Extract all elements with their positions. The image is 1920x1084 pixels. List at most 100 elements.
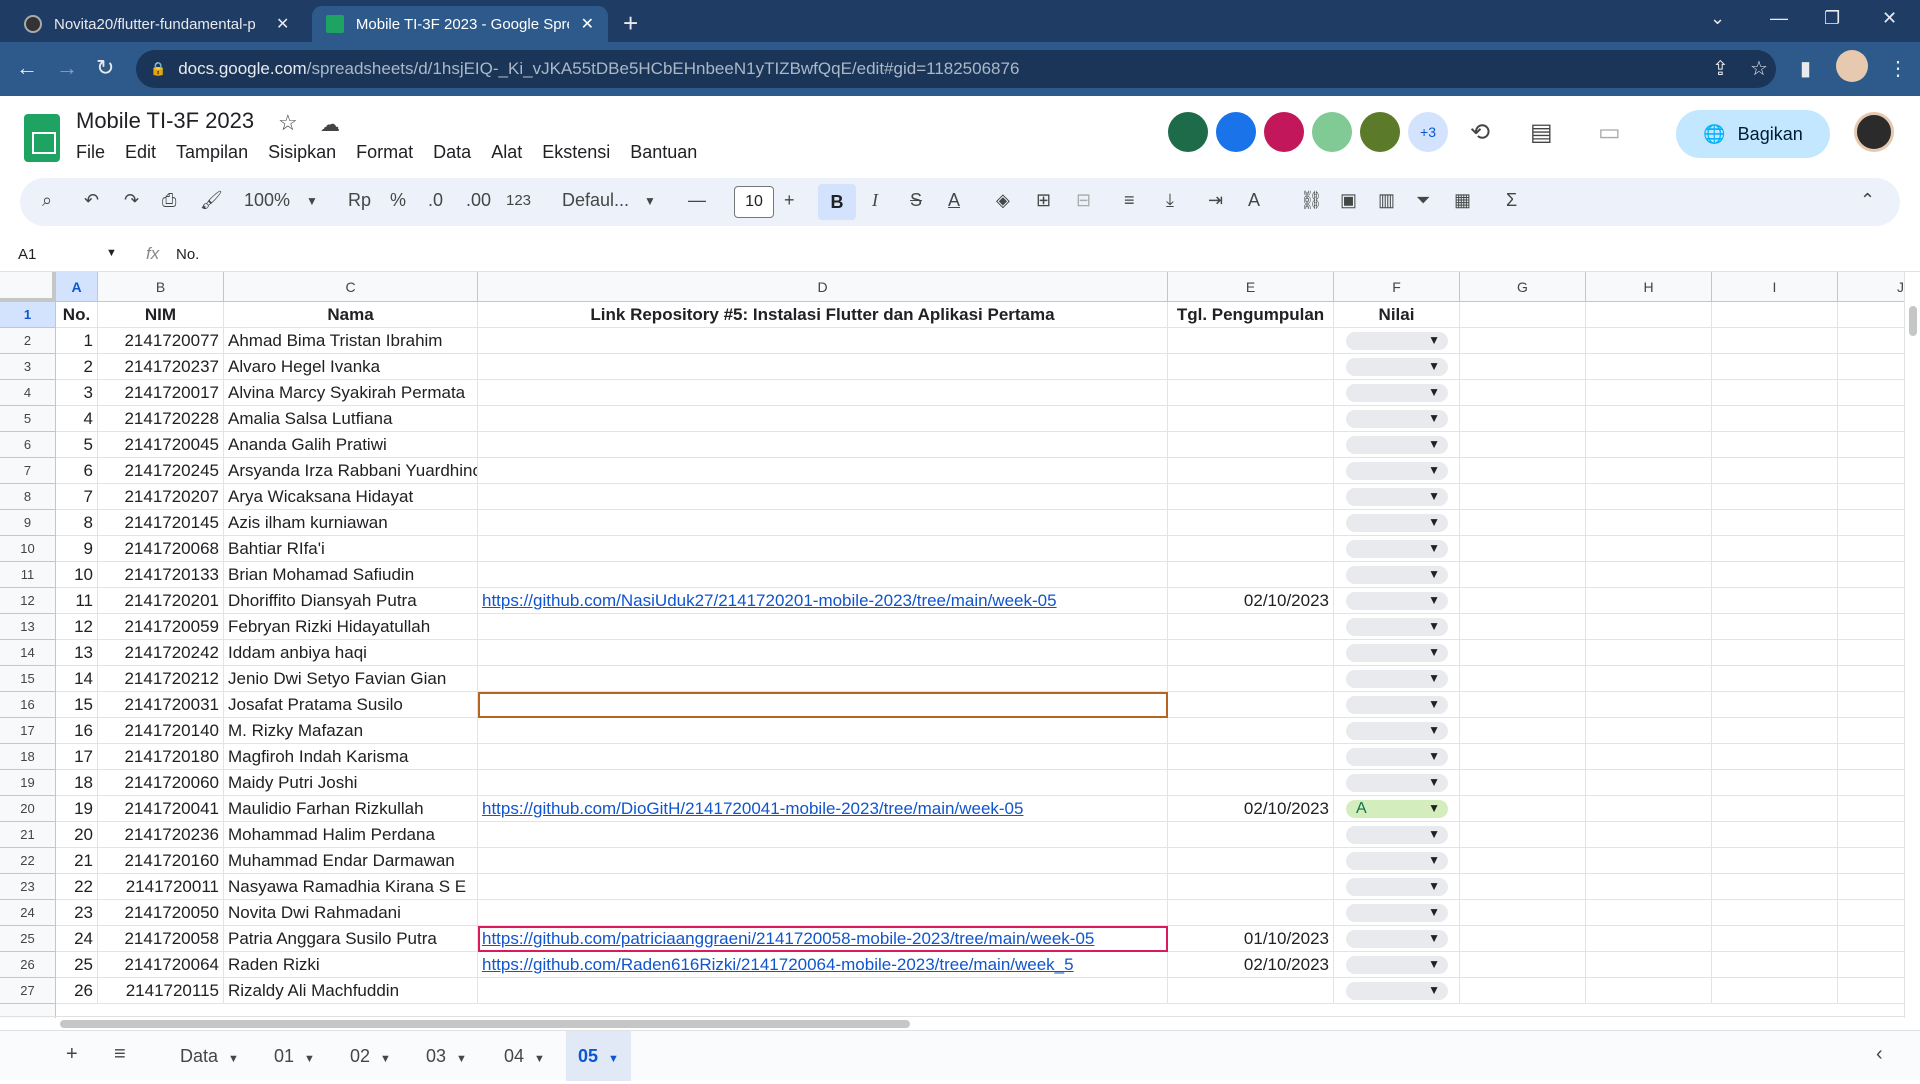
cell-nilai[interactable]: ▼ bbox=[1334, 562, 1460, 588]
sheet-tab-05[interactable]: 05 ▼ bbox=[566, 1031, 631, 1081]
cell-empty[interactable] bbox=[1460, 952, 1586, 978]
cell-nama[interactable]: Alvaro Hegel Ivanka bbox=[224, 354, 478, 380]
cell-nama[interactable]: Mohammad Halim Perdana bbox=[224, 822, 478, 848]
cell-empty[interactable] bbox=[1460, 926, 1586, 952]
sheet-tab-03[interactable]: 03 ▼ bbox=[414, 1031, 479, 1081]
cell-empty[interactable] bbox=[1586, 848, 1712, 874]
column-header-b[interactable]: B bbox=[98, 272, 224, 302]
cell-empty[interactable] bbox=[1586, 588, 1712, 614]
cell-empty[interactable] bbox=[1460, 510, 1586, 536]
cell-empty[interactable] bbox=[1460, 978, 1586, 1004]
cell-nama[interactable]: Rizaldy Ali Machfuddin bbox=[224, 978, 478, 1004]
nilai-dropdown[interactable]: ▼ bbox=[1346, 748, 1448, 766]
cell-nama[interactable]: Iddam anbiya haqi bbox=[224, 640, 478, 666]
cell-no[interactable]: 26 bbox=[56, 978, 98, 1004]
cell-empty[interactable] bbox=[1460, 770, 1586, 796]
cell-empty[interactable] bbox=[1586, 562, 1712, 588]
cell-link[interactable] bbox=[478, 614, 1168, 640]
history-icon[interactable]: ⟲ bbox=[1470, 118, 1490, 147]
cell-empty[interactable] bbox=[1712, 978, 1838, 1004]
cell-no[interactable]: 8 bbox=[56, 510, 98, 536]
cell-link[interactable] bbox=[478, 484, 1168, 510]
cell-empty[interactable] bbox=[1460, 744, 1586, 770]
chevron-down-icon[interactable]: ▼ bbox=[1428, 692, 1440, 717]
cell-nilai[interactable]: ▼ bbox=[1334, 874, 1460, 900]
row-header[interactable]: 21 bbox=[0, 822, 56, 848]
cell-link[interactable] bbox=[478, 874, 1168, 900]
decrease-decimal-button[interactable]: .0 bbox=[428, 190, 443, 211]
text-color-button[interactable]: A bbox=[948, 190, 960, 211]
nilai-dropdown[interactable]: ▼ bbox=[1346, 670, 1448, 688]
cell-link[interactable] bbox=[478, 692, 1168, 718]
cell-nilai[interactable]: ▼ bbox=[1334, 588, 1460, 614]
cell-empty[interactable] bbox=[1460, 380, 1586, 406]
collaborator-avatar[interactable] bbox=[1216, 112, 1256, 152]
cell-empty[interactable] bbox=[1460, 900, 1586, 926]
row-header[interactable]: 3 bbox=[0, 354, 56, 380]
cell-link[interactable] bbox=[478, 640, 1168, 666]
row-header[interactable]: 19 bbox=[0, 770, 56, 796]
cell-link[interactable] bbox=[478, 848, 1168, 874]
column-header-c[interactable]: C bbox=[224, 272, 478, 302]
cell-link[interactable] bbox=[478, 562, 1168, 588]
cell-empty[interactable] bbox=[1838, 874, 1904, 900]
chevron-down-icon[interactable]: ▼ bbox=[1428, 770, 1440, 795]
cell-empty[interactable] bbox=[1838, 718, 1904, 744]
print-icon[interactable]: ⎙ bbox=[162, 190, 176, 211]
cell-nama[interactable]: Magfiroh Indah Karisma bbox=[224, 744, 478, 770]
nilai-dropdown[interactable]: A ▼ bbox=[1346, 800, 1448, 818]
nilai-dropdown[interactable]: ▼ bbox=[1346, 696, 1448, 714]
cell-no[interactable]: 11 bbox=[56, 588, 98, 614]
row-header[interactable]: 22 bbox=[0, 848, 56, 874]
name-box[interactable]: A1 bbox=[18, 246, 36, 263]
cell-tgl[interactable] bbox=[1168, 900, 1334, 926]
menu-tools[interactable]: Alat bbox=[491, 142, 522, 163]
cell-link[interactable] bbox=[478, 900, 1168, 926]
cell-link[interactable] bbox=[478, 458, 1168, 484]
tab-search-icon[interactable]: ⌄ bbox=[1710, 8, 1725, 29]
cell-tgl[interactable] bbox=[1168, 562, 1334, 588]
cell-nama[interactable]: Arya Wicaksana Hidayat bbox=[224, 484, 478, 510]
cell-no[interactable]: 20 bbox=[56, 822, 98, 848]
back-icon[interactable]: ← bbox=[16, 55, 38, 81]
column-header-e[interactable]: E bbox=[1168, 272, 1334, 302]
chevron-down-icon[interactable]: ▼ bbox=[228, 1053, 239, 1065]
cell-no[interactable]: 5 bbox=[56, 432, 98, 458]
cell-tgl[interactable] bbox=[1168, 770, 1334, 796]
cell-nilai[interactable]: ▼ bbox=[1334, 666, 1460, 692]
collaborator-avatar[interactable] bbox=[1168, 112, 1208, 152]
cell-empty[interactable] bbox=[1460, 614, 1586, 640]
cell-tgl[interactable] bbox=[1168, 614, 1334, 640]
cell-empty[interactable] bbox=[1712, 666, 1838, 692]
cell-link[interactable] bbox=[478, 536, 1168, 562]
cell-no[interactable]: 13 bbox=[56, 640, 98, 666]
chevron-down-icon[interactable]: ▼ bbox=[1428, 458, 1440, 483]
cell-empty[interactable] bbox=[1460, 588, 1586, 614]
nilai-dropdown[interactable]: ▼ bbox=[1346, 722, 1448, 740]
cell-nama[interactable]: Bahtiar RIfa'i bbox=[224, 536, 478, 562]
nilai-dropdown[interactable]: ▼ bbox=[1346, 384, 1448, 402]
cell-link[interactable]: https://github.com/NasiUduk27/2141720201… bbox=[478, 588, 1168, 614]
cell-empty[interactable] bbox=[1586, 458, 1712, 484]
chevron-down-icon[interactable]: ▼ bbox=[1428, 874, 1440, 899]
new-tab-button[interactable]: + bbox=[623, 8, 638, 39]
menu-file[interactable]: File bbox=[76, 142, 105, 163]
cell-empty[interactable] bbox=[1712, 536, 1838, 562]
cell-nilai[interactable]: ▼ bbox=[1334, 484, 1460, 510]
cell-empty[interactable] bbox=[1586, 536, 1712, 562]
close-icon[interactable]: ✕ bbox=[276, 14, 289, 34]
row-header[interactable]: 12 bbox=[0, 588, 56, 614]
cell-empty[interactable] bbox=[1712, 640, 1838, 666]
merge-cells-icon[interactable]: ⊟ bbox=[1076, 190, 1091, 211]
cell-empty[interactable] bbox=[1712, 874, 1838, 900]
cell-empty[interactable] bbox=[1460, 718, 1586, 744]
column-header-a[interactable]: A bbox=[56, 272, 98, 302]
cell-empty[interactable] bbox=[1586, 978, 1712, 1004]
cell-tgl[interactable]: 01/10/2023 bbox=[1168, 926, 1334, 952]
meet-icon[interactable]: ▭ bbox=[1598, 118, 1621, 147]
cell-link[interactable] bbox=[478, 744, 1168, 770]
nilai-dropdown[interactable]: ▼ bbox=[1346, 462, 1448, 480]
bold-button[interactable]: B bbox=[818, 184, 856, 220]
cell-empty[interactable] bbox=[1712, 328, 1838, 354]
cell-empty[interactable] bbox=[1838, 614, 1904, 640]
